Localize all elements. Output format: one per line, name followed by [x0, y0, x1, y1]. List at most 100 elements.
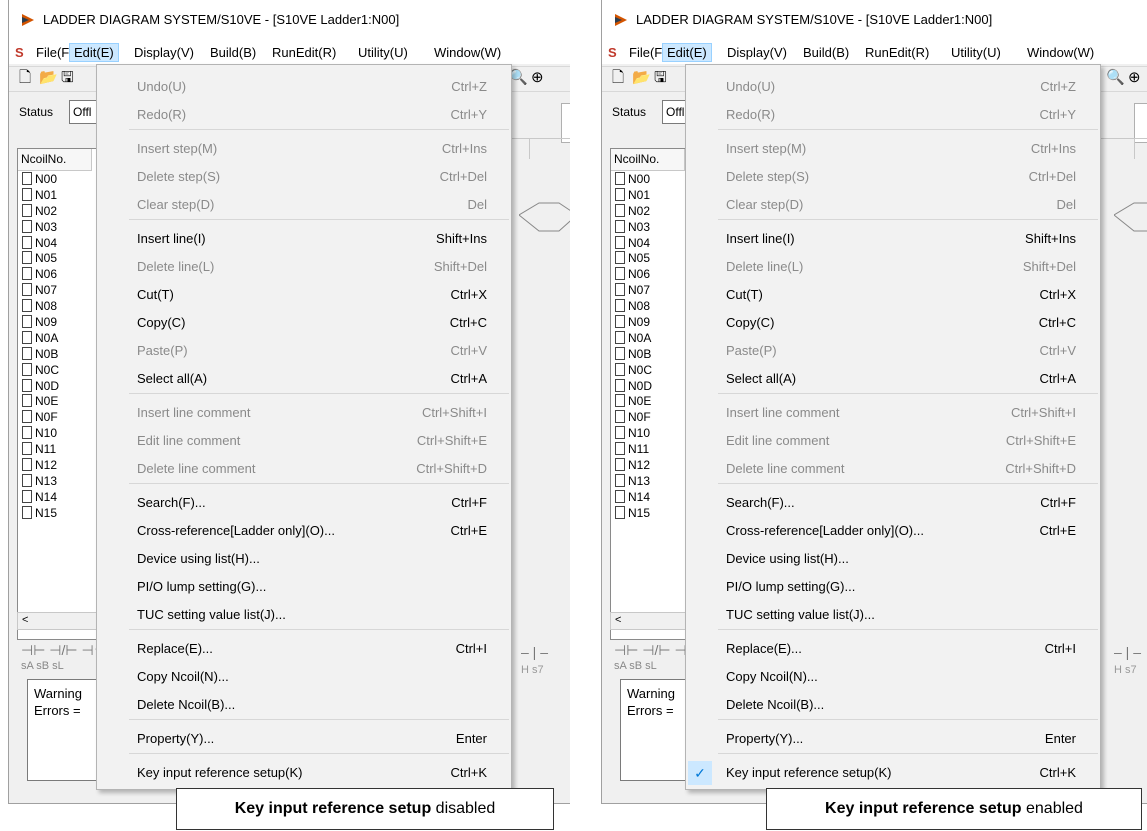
document-icon [615, 203, 625, 217]
menu-item[interactable]: Replace(E)... Ctrl+I [97, 635, 511, 663]
open-folder-icon[interactable]: 📂 [632, 70, 651, 86]
menu-item-label: Key input reference setup(K) [726, 765, 892, 780]
menu-display[interactable]: Display(V) [129, 43, 199, 62]
menu-item[interactable]: Copy(C) Ctrl+C [686, 309, 1100, 337]
ncoil-label: N14 [628, 489, 651, 504]
document-icon [615, 473, 625, 487]
menu-item[interactable]: Property(Y)... Enter [686, 725, 1100, 753]
menu-item[interactable]: Copy Ncoil(N)... [686, 663, 1100, 691]
column-divider[interactable] [1134, 139, 1135, 159]
menu-item[interactable]: Device using list(H)... [97, 545, 511, 573]
document-icon [22, 187, 32, 201]
menu-item[interactable]: Insert line(I) Shift+Ins [686, 225, 1100, 253]
menu-item-shortcut: Ctrl+I [1044, 641, 1076, 656]
menu-item[interactable]: Select all(A) Ctrl+A [686, 365, 1100, 393]
menu-item[interactable]: Cross-reference[Ladder only](O)... Ctrl+E [686, 517, 1100, 545]
new-file-icon[interactable]: 🗋 [19, 70, 31, 86]
menu-runedit[interactable]: RunEdit(R) [267, 43, 341, 62]
ncoil-label: N05 [35, 251, 58, 266]
column-divider[interactable] [529, 139, 530, 159]
list-header: NcoilNo. [611, 149, 685, 171]
menu-separator [129, 129, 509, 130]
ncoil-label: N0B [628, 346, 652, 361]
menu-item-label: Cross-reference[Ladder only](O)... [726, 523, 924, 538]
menu-utility[interactable]: Utility(U) [353, 43, 413, 62]
menu-item[interactable]: Replace(E)... Ctrl+I [686, 635, 1100, 663]
ncoil-label: N0F [35, 410, 58, 425]
document-icon [22, 315, 32, 329]
ncoil-label: N03 [628, 219, 651, 234]
open-folder-icon[interactable]: 📂 [39, 70, 58, 86]
caption-state: enabled [1026, 800, 1083, 817]
menu-item-label: Delete step(S) [726, 169, 810, 184]
menu-item: Redo(R) Ctrl+Y [97, 101, 511, 129]
ncoil-label: N0A [35, 330, 59, 345]
menu-item-shortcut: Ctrl+F [1040, 495, 1076, 510]
menu-utility[interactable]: Utility(U) [946, 43, 1006, 62]
symbol-line-icon: – | – [521, 644, 548, 660]
menu-item: Edit line comment Ctrl+Shift+E [686, 427, 1100, 455]
menu-item-shortcut: Ctrl+V [1039, 343, 1076, 358]
document-icon [615, 235, 625, 249]
menu-build[interactable]: Build(B) [205, 43, 261, 62]
menu-runedit[interactable]: RunEdit(R) [860, 43, 934, 62]
system-menu-icon[interactable]: S [608, 45, 617, 60]
menu-item-shortcut: Ctrl+Shift+E [1005, 433, 1076, 448]
document-icon [615, 172, 625, 185]
menu-item-shortcut: Ctrl+Del [439, 169, 487, 184]
menu-display[interactable]: Display(V) [722, 43, 792, 62]
menu-edit[interactable]: Edit(E) [662, 43, 712, 62]
zoom-in-icon[interactable]: ⊕ [531, 70, 544, 86]
menu-item[interactable]: ✓ Key input reference setup(K) Ctrl+K [686, 759, 1100, 787]
ncoil-label: N0F [628, 410, 651, 425]
contact-symbols-icon[interactable]: ⊣⊢ ⊣/⊢ ⊣↑ [614, 642, 694, 659]
zoom-in-icon[interactable]: ⊕ [1128, 70, 1141, 86]
menu-item[interactable]: Search(F)... Ctrl+F [97, 489, 511, 517]
search-icon[interactable]: 🔍 [1106, 70, 1125, 86]
menu-item[interactable]: TUC setting value list(J)... [686, 601, 1100, 629]
menu-item[interactable]: TUC setting value list(J)... [97, 601, 511, 629]
system-menu-icon[interactable]: S [15, 45, 24, 60]
menu-window[interactable]: Window(W) [1022, 43, 1099, 62]
menu-item: Insert step(M) Ctrl+Ins [97, 135, 511, 163]
menu-separator [129, 629, 509, 630]
new-file-icon[interactable]: 🗋 [612, 70, 624, 86]
menu-item[interactable]: Cut(T) Ctrl+X [686, 281, 1100, 309]
ncoil-label: N05 [628, 251, 651, 266]
ladder-symbol-labels: sA sB sL [614, 660, 657, 672]
menu-item[interactable]: Search(F)... Ctrl+F [686, 489, 1100, 517]
menu-item-label: Insert step(M) [137, 141, 218, 156]
menu-item[interactable]: Cross-reference[Ladder only](O)... Ctrl+E [97, 517, 511, 545]
menu-item[interactable]: Insert line(I) Shift+Ins [97, 225, 511, 253]
menu-item-label: Delete line(L) [726, 259, 804, 274]
save-icon[interactable]: 🖫 [61, 70, 74, 86]
menu-item-label: Device using list(H)... [726, 551, 849, 566]
menu-item[interactable]: Device using list(H)... [686, 545, 1100, 573]
menu-item[interactable]: Delete Ncoil(B)... [97, 691, 511, 719]
menu-item[interactable]: Select all(A) Ctrl+A [97, 365, 511, 393]
ncoil-label: N10 [35, 426, 58, 441]
menu-item[interactable]: Cut(T) Ctrl+X [97, 281, 511, 309]
scroll-left-icon[interactable]: < [22, 614, 28, 626]
menu-item-label: Search(F)... [137, 495, 206, 510]
menu-separator [718, 219, 1098, 220]
document-icon [22, 394, 32, 408]
menu-window[interactable]: Window(W) [429, 43, 506, 62]
ncoil-label: N03 [35, 219, 58, 234]
scroll-left-icon[interactable]: < [615, 614, 621, 626]
menu-item[interactable]: PI/O lump setting(G)... [97, 573, 511, 601]
menu-item[interactable]: Delete Ncoil(B)... [686, 691, 1100, 719]
contact-symbols-icon[interactable]: ⊣⊢ ⊣/⊢ ⊣↑ [21, 642, 101, 659]
save-icon[interactable]: 🖫 [654, 70, 667, 86]
menu-item[interactable]: Property(Y)... Enter [97, 725, 511, 753]
menu-build[interactable]: Build(B) [798, 43, 854, 62]
menu-item[interactable]: Key input reference setup(K) Ctrl+K [97, 759, 511, 787]
menu-item-label: Select all(A) [137, 371, 208, 386]
ncoil-label: N0E [35, 394, 59, 409]
document-icon [22, 283, 32, 297]
menu-item[interactable]: PI/O lump setting(G)... [686, 573, 1100, 601]
menu-item[interactable]: Copy Ncoil(N)... [97, 663, 511, 691]
menu-edit[interactable]: Edit(E) [69, 43, 119, 62]
menu-item-label: Copy Ncoil(N)... [137, 669, 229, 684]
menu-item[interactable]: Copy(C) Ctrl+C [97, 309, 511, 337]
